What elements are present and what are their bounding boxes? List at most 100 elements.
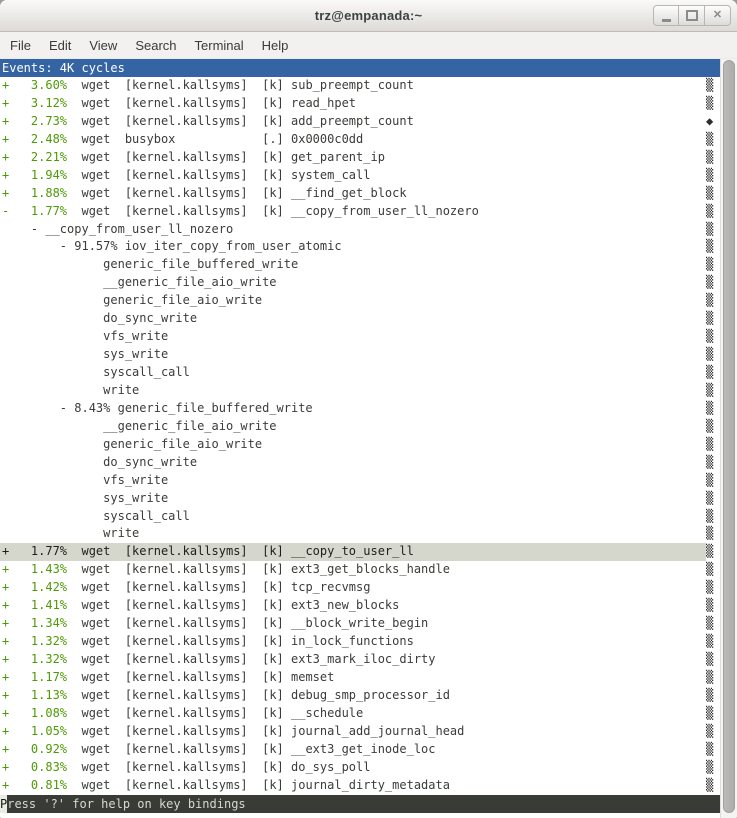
menu-item-edit[interactable]: Edit — [40, 34, 80, 57]
row-symbol-info: wget [kernel.kallsyms] [k] __ext3_get_in… — [67, 742, 435, 756]
terminal-window: trz@empanada:~ ✕ File Edit View Search T… — [0, 0, 737, 818]
row-symbol-info: wget [kernel.kallsyms] [k] debug_smp_pro… — [67, 688, 450, 702]
perf-row[interactable]: + 0.92% wget [kernel.kallsyms] [k] __ext… — [0, 741, 720, 759]
menu-item-terminal[interactable]: Terminal — [186, 34, 253, 57]
perf-row[interactable]: + 1.94% wget [kernel.kallsyms] [k] syste… — [0, 167, 720, 185]
perf-row[interactable]: __generic_file_aio_write▒ — [0, 274, 720, 292]
tui-scroll-track-shade-icon: ▒ — [706, 328, 720, 346]
perf-row[interactable]: + 3.60% wget [kernel.kallsyms] [k] sub_p… — [0, 77, 720, 95]
perf-row[interactable]: + 1.88% wget [kernel.kallsyms] [k] __fin… — [0, 185, 720, 203]
perf-row-text: vfs_write — [0, 328, 706, 346]
tui-scroll-track-shade-icon: ▒ — [706, 400, 720, 418]
close-icon: ✕ — [713, 10, 722, 21]
perf-row[interactable]: + 2.73% wget [kernel.kallsyms] [k] add_p… — [0, 113, 720, 131]
row-overhead-percent: + 3.60% — [2, 78, 67, 92]
perf-row-text: __generic_file_aio_write — [0, 274, 706, 292]
minimize-button[interactable] — [653, 5, 679, 26]
perf-row[interactable]: - 1.77% wget [kernel.kallsyms] [k] __cop… — [0, 203, 720, 221]
perf-row[interactable]: generic_file_aio_write▒ — [0, 436, 720, 454]
perf-row[interactable]: + 1.13% wget [kernel.kallsyms] [k] debug… — [0, 687, 720, 705]
menu-item-help[interactable]: Help — [253, 34, 298, 57]
tui-scroll-track-shade-icon: ▒ — [706, 418, 720, 436]
perf-row[interactable]: + 1.05% wget [kernel.kallsyms] [k] journ… — [0, 723, 720, 741]
row-overhead-percent: + 1.94% — [2, 168, 67, 182]
perf-row-text: + 2.48% wget busybox [.] 0x0000c0dd — [0, 131, 706, 149]
maximize-button[interactable] — [679, 5, 705, 26]
menu-bar: File Edit View Search Terminal Help — [0, 32, 737, 59]
perf-row[interactable]: + 1.41% wget [kernel.kallsyms] [k] ext3_… — [0, 597, 720, 615]
perf-row[interactable]: write▒ — [0, 525, 720, 543]
menu-item-file[interactable]: File — [1, 34, 40, 57]
tui-scroll-track-shade-icon: ▒ — [706, 687, 720, 705]
row-overhead-percent: + 1.32% — [2, 634, 67, 648]
tui-scroll-track-shade-icon: ▒ — [706, 185, 720, 203]
perf-row[interactable]: + 1.17% wget [kernel.kallsyms] [k] memse… — [0, 669, 720, 687]
row-overhead-percent: + 1.17% — [2, 670, 67, 684]
perf-row[interactable]: - 8.43% generic_file_buffered_write▒ — [0, 400, 720, 418]
title-bar[interactable]: trz@empanada:~ ✕ — [0, 0, 737, 32]
status-message: ress '?' for help on key bindings — [7, 795, 245, 813]
row-symbol-info: wget [kernel.kallsyms] [k] do_sys_poll — [67, 760, 370, 774]
perf-row-text: + 1.42% wget [kernel.kallsyms] [k] tcp_r… — [0, 579, 706, 597]
perf-row-text: - 91.57% iov_iter_copy_from_user_atomic — [0, 238, 706, 256]
perf-row[interactable]: __generic_file_aio_write▒ — [0, 418, 720, 436]
tui-scroll-track-shade-icon: ▒ — [706, 364, 720, 382]
perf-row[interactable]: vfs_write▒ — [0, 472, 720, 490]
perf-row-text: + 1.94% wget [kernel.kallsyms] [k] syste… — [0, 167, 706, 185]
perf-row-text: generic_file_aio_write — [0, 436, 706, 454]
row-symbol-info: wget [kernel.kallsyms] [k] ext3_get_bloc… — [67, 562, 450, 576]
perf-row[interactable]: sys_write▒ — [0, 490, 720, 508]
row-symbol-info: wget [kernel.kallsyms] [k] add_preempt_c… — [67, 114, 414, 128]
row-overhead-percent: + 1.77% — [2, 544, 67, 558]
perf-row[interactable]: sys_write▒ — [0, 346, 720, 364]
perf-row[interactable]: do_sync_write▒ — [0, 310, 720, 328]
row-overhead-percent: + 2.73% — [2, 114, 67, 128]
perf-row[interactable]: do_sync_write▒ — [0, 454, 720, 472]
tui-scroll-track-shade-icon: ▒ — [706, 633, 720, 651]
perf-row[interactable]: + 1.34% wget [kernel.kallsyms] [k] __blo… — [0, 615, 720, 633]
perf-row[interactable]: syscall_call▒ — [0, 364, 720, 382]
perf-row[interactable]: + 1.32% wget [kernel.kallsyms] [k] in_lo… — [0, 633, 720, 651]
row-symbol-info: wget busybox [.] 0x0000c0dd — [67, 132, 363, 146]
row-symbol-info: wget [kernel.kallsyms] [k] __copy_from_u… — [67, 204, 479, 218]
perf-row[interactable]: syscall_call▒ — [0, 508, 720, 526]
perf-row[interactable]: + 0.81% wget [kernel.kallsyms] [k] journ… — [0, 777, 720, 795]
perf-row[interactable]: + 1.77% wget [kernel.kallsyms] [k] __cop… — [0, 543, 720, 561]
terminal-screen[interactable]: Events: 4K cycles + 3.60% wget [kernel.k… — [0, 59, 737, 818]
window-controls: ✕ — [653, 5, 731, 26]
perf-row[interactable]: + 1.43% wget [kernel.kallsyms] [k] ext3_… — [0, 561, 720, 579]
tui-scroll-track-shade-icon: ▒ — [706, 472, 720, 490]
row-symbol-info: wget [kernel.kallsyms] [k] get_parent_ip — [67, 150, 385, 164]
perf-row[interactable]: + 1.08% wget [kernel.kallsyms] [k] __sch… — [0, 705, 720, 723]
perf-row[interactable]: + 1.42% wget [kernel.kallsyms] [k] tcp_r… — [0, 579, 720, 597]
perf-row-text: + 0.92% wget [kernel.kallsyms] [k] __ext… — [0, 741, 706, 759]
perf-row[interactable]: generic_file_buffered_write▒ — [0, 256, 720, 274]
perf-row[interactable]: - 91.57% iov_iter_copy_from_user_atomic▒ — [0, 238, 720, 256]
perf-row[interactable]: - __copy_from_user_ll_nozero▒ — [0, 221, 720, 239]
close-button[interactable]: ✕ — [705, 5, 731, 26]
perf-row[interactable]: + 1.32% wget [kernel.kallsyms] [k] ext3_… — [0, 651, 720, 669]
perf-row[interactable]: vfs_write▒ — [0, 328, 720, 346]
row-overhead-percent: + 2.48% — [2, 132, 67, 146]
scrollbar-thumb[interactable] — [723, 60, 735, 813]
perf-row[interactable]: write▒ — [0, 382, 720, 400]
menu-item-view[interactable]: View — [80, 34, 126, 57]
perf-row[interactable]: + 2.48% wget busybox [.] 0x0000c0dd▒ — [0, 131, 720, 149]
scrollbar[interactable] — [720, 59, 737, 818]
tui-scroll-track-shade-icon: ▒ — [706, 490, 720, 508]
perf-row[interactable]: + 2.21% wget [kernel.kallsyms] [k] get_p… — [0, 149, 720, 167]
row-symbol-info: wget [kernel.kallsyms] [k] __schedule — [67, 706, 363, 720]
tui-scroll-track-shade-icon: ▒ — [706, 561, 720, 579]
perf-row[interactable]: generic_file_aio_write▒ — [0, 292, 720, 310]
row-symbol-info: wget [kernel.kallsyms] [k] __block_write… — [67, 616, 428, 630]
tui-scroll-track-shade-icon: ▒ — [706, 615, 720, 633]
window-title: trz@empanada:~ — [315, 8, 423, 23]
row-symbol-info: wget [kernel.kallsyms] [k] sub_preempt_c… — [67, 78, 414, 92]
perf-row[interactable]: + 3.12% wget [kernel.kallsyms] [k] read_… — [0, 95, 720, 113]
perf-row[interactable]: + 0.83% wget [kernel.kallsyms] [k] do_sy… — [0, 759, 720, 777]
tui-scroll-track-shade-icon: ▒ — [706, 543, 720, 561]
perf-row-text: + 1.32% wget [kernel.kallsyms] [k] in_lo… — [0, 633, 706, 651]
menu-item-search[interactable]: Search — [126, 34, 185, 57]
tui-scroll-track-shade-icon: ▒ — [706, 292, 720, 310]
tui-scroll-track-shade-icon: ▒ — [706, 454, 720, 472]
